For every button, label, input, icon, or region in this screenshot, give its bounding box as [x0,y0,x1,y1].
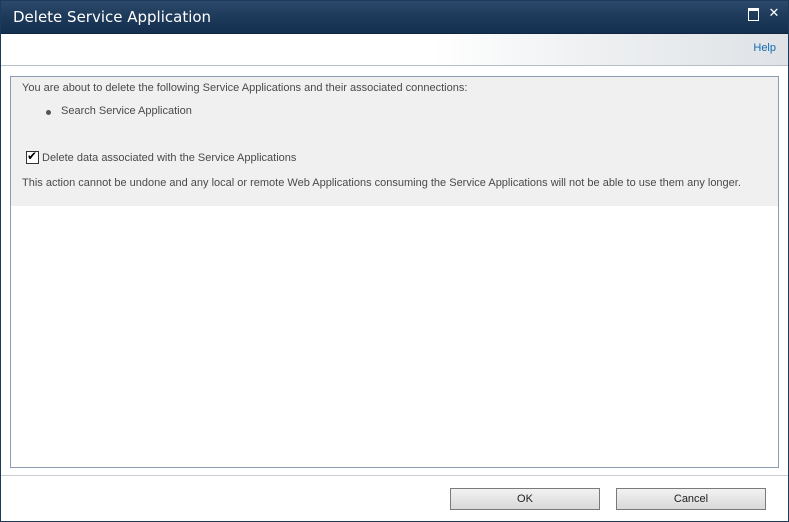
warning-message: This action cannot be undone and any loc… [22,177,741,189]
bullet-icon [46,110,51,115]
help-link[interactable]: Help [753,42,776,54]
footer-divider [1,475,788,476]
cancel-button[interactable]: Cancel [616,488,766,510]
title-bar: Delete Service Application ✕ [1,1,788,34]
maximize-icon[interactable] [747,7,761,21]
service-application-name: Search Service Application [61,105,192,117]
delete-service-application-dialog: Delete Service Application ✕ Help You ar… [0,0,789,522]
ribbon-bar: Help [1,34,788,66]
intro-message: You are about to delete the following Se… [22,82,468,94]
message-area: You are about to delete the following Se… [11,77,778,206]
delete-data-checkbox[interactable]: ✔ [26,149,39,164]
checkmark-icon: ✔ [27,149,38,163]
delete-data-label: Delete data associated with the Service … [42,152,297,164]
dialog-title: Delete Service Application [13,8,212,26]
ok-button[interactable]: OK [450,488,600,510]
close-icon[interactable]: ✕ [767,7,781,21]
content-panel: You are about to delete the following Se… [10,76,779,468]
